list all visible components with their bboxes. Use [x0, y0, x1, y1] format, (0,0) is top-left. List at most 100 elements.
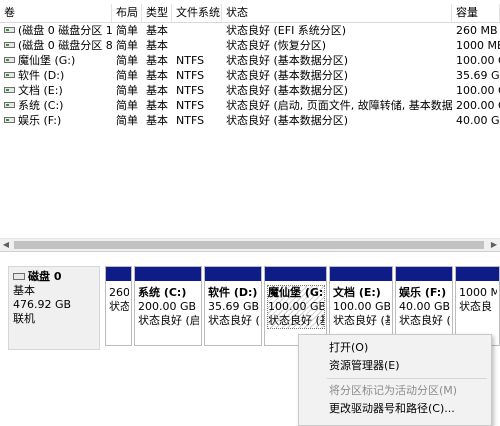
partition-size: 260 — [109, 286, 129, 299]
disk-state: 联机 — [13, 312, 35, 325]
volume-status: 状态良好 (基本数据分区) — [226, 69, 349, 82]
volume-capacity: 35.69 GB — [456, 69, 500, 82]
partition-name: 魔仙堡 (G:) — [268, 286, 324, 299]
disk-size: 476.92 GB — [13, 298, 72, 311]
partition-status: 状态良 — [459, 300, 492, 313]
partition-status: 状态良好 (启 — [138, 314, 199, 327]
table-row[interactable]: 文档 (E:) 简单 基本 NTFS 状态良好 (基本数据分区) 100.00 … — [0, 83, 500, 98]
volume-name: 娱乐 (F:) — [18, 114, 62, 127]
partition-status: 状态良好 (基 — [399, 314, 450, 327]
disk-name: 磁盘 0 — [28, 270, 62, 283]
volume-capacity: 100.00 G — [456, 54, 500, 67]
partition-status: 状态 — [109, 300, 129, 313]
volume-type: 基本 — [146, 69, 168, 82]
volume-status: 状态良好 (基本数据分区) — [226, 84, 349, 97]
table-row[interactable]: 娱乐 (F:) 简单 基本 NTFS 状态良好 (基本数据分区) 40.00 G… — [0, 113, 500, 128]
table-row[interactable]: 魔仙堡 (G:) 简单 基本 NTFS 状态良好 (基本数据分区) 100.00… — [0, 53, 500, 68]
disk-kind: 基本 — [13, 284, 35, 297]
volume-name: 魔仙堡 (G:) — [18, 54, 76, 67]
volume-layout: 简单 — [116, 99, 138, 112]
volume-capacity: 260 MB — [456, 24, 498, 37]
volume-type: 基本 — [146, 114, 168, 127]
menu-item-explorer[interactable]: 资源管理器(E) — [329, 357, 400, 375]
partition-bar — [135, 267, 201, 281]
volume-rows: (磁盘 0 磁盘分区 1) 简单 基本 状态良好 (EFI 系统分区) 260 … — [0, 23, 500, 128]
volume-capacity: 40.00 GB — [456, 114, 500, 127]
menu-item-mark-active[interactable]: 将分区标记为活动分区(M) — [329, 382, 457, 400]
drive-icon — [4, 42, 15, 48]
horizontal-scrollbar[interactable]: ◀ ▶ — [0, 238, 500, 251]
menu-separator — [327, 378, 487, 379]
partition-efi[interactable]: 260 状态 — [105, 266, 132, 346]
volume-type: 基本 — [146, 84, 168, 97]
partition-bar — [396, 267, 452, 281]
partition-bar — [330, 267, 392, 281]
volume-layout: 简单 — [116, 69, 138, 82]
volume-layout: 简单 — [116, 39, 138, 52]
partition-size: 200.00 GB N — [138, 300, 199, 313]
volume-filesystem: NTFS — [176, 114, 205, 127]
context-menu: 打开(O) 资源管理器(E) 将分区标记为活动分区(M) 更改驱动器号和路径(C… — [298, 334, 492, 426]
table-row[interactable]: (磁盘 0 磁盘分区 1) 简单 基本 状态良好 (EFI 系统分区) 260 … — [0, 23, 500, 38]
partition-size: 100.00 GB — [268, 300, 324, 313]
partition-bar — [456, 267, 499, 281]
partition-status: 状态良好 (基 — [268, 314, 324, 327]
volume-filesystem — [172, 38, 222, 53]
volume-type: 基本 — [146, 99, 168, 112]
volume-layout: 简单 — [116, 114, 138, 127]
drive-icon — [4, 87, 15, 93]
volume-layout: 简单 — [116, 24, 138, 37]
volume-name: 文档 (E:) — [18, 84, 63, 97]
drive-icon — [4, 102, 15, 108]
menu-item-open[interactable]: 打开(O) — [329, 339, 368, 357]
volume-name: 系统 (C:) — [18, 99, 64, 112]
column-header-row: 卷 布局 类型 文件系统 状态 容量 — [0, 4, 500, 23]
volume-capacity: 100.00 G — [456, 84, 500, 97]
volume-list: 卷 布局 类型 文件系统 状态 容量 (磁盘 0 磁盘分区 1) 简单 基本 状… — [0, 0, 500, 240]
column-header-layout[interactable]: 布局 — [112, 4, 142, 22]
column-header-type[interactable]: 类型 — [142, 4, 172, 22]
partition-size: 35.69 GB N — [208, 300, 259, 313]
disk-icon — [13, 272, 25, 280]
partition-name: 文档 (E:) — [333, 286, 381, 299]
scroll-right-icon[interactable]: ▶ — [488, 239, 500, 251]
volume-name: (磁盘 0 磁盘分区 8) — [18, 39, 112, 52]
table-row[interactable]: 系统 (C:) 简单 基本 NTFS 状态良好 (启动, 页面文件, 故障转储,… — [0, 98, 500, 113]
volume-filesystem: NTFS — [176, 84, 205, 97]
partition-status: 状态良好 (基 — [208, 314, 259, 327]
column-header-status[interactable]: 状态 — [222, 4, 452, 22]
disk-info-panel[interactable]: 磁盘 0 基本 476.92 GB 联机 — [8, 266, 100, 350]
scroll-left-icon[interactable]: ◀ — [0, 239, 12, 251]
volume-layout: 简单 — [116, 54, 138, 67]
drive-icon — [4, 27, 15, 33]
table-row[interactable]: (磁盘 0 磁盘分区 8) 简单 基本 状态良好 (恢复分区) 1000 MB — [0, 38, 500, 53]
volume-layout: 简单 — [116, 84, 138, 97]
volume-capacity: 200.00 G — [456, 99, 500, 112]
volume-filesystem: NTFS — [176, 54, 205, 67]
volume-status: 状态良好 (恢复分区) — [226, 39, 327, 52]
volume-type: 基本 — [146, 39, 168, 52]
partition-c[interactable]: 系统 (C:) 200.00 GB N 状态良好 (启 — [134, 266, 202, 346]
scrollbar-thumb[interactable] — [14, 241, 484, 249]
partition-bar — [205, 267, 261, 281]
volume-type: 基本 — [146, 24, 168, 37]
partition-name: 软件 (D:) — [208, 286, 258, 299]
volume-type: 基本 — [146, 54, 168, 67]
partition-name: 娱乐 (F:) — [399, 286, 447, 299]
menu-item-change-drive-letter[interactable]: 更改驱动器号和路径(C)... — [329, 400, 455, 418]
table-row[interactable]: 软件 (D:) 简单 基本 NTFS 状态良好 (基本数据分区) 35.69 G… — [0, 68, 500, 83]
volume-name: (磁盘 0 磁盘分区 1) — [18, 24, 112, 37]
partition-d[interactable]: 软件 (D:) 35.69 GB N 状态良好 (基 — [204, 266, 262, 346]
drive-icon — [4, 57, 15, 63]
column-header-filesystem[interactable]: 文件系统 — [172, 4, 222, 22]
partition-size: 40.00 GB N — [399, 300, 450, 313]
volume-filesystem: NTFS — [176, 69, 205, 82]
column-header-capacity[interactable]: 容量 — [452, 4, 500, 22]
partition-size: 1000 M — [459, 286, 497, 299]
volume-status: 状态良好 (EFI 系统分区) — [226, 24, 347, 37]
column-header-volume[interactable]: 卷 — [0, 4, 112, 22]
volume-filesystem: NTFS — [176, 99, 205, 112]
volume-filesystem — [172, 23, 222, 38]
drive-icon — [4, 72, 15, 78]
partition-name: 系统 (C:) — [138, 286, 187, 299]
